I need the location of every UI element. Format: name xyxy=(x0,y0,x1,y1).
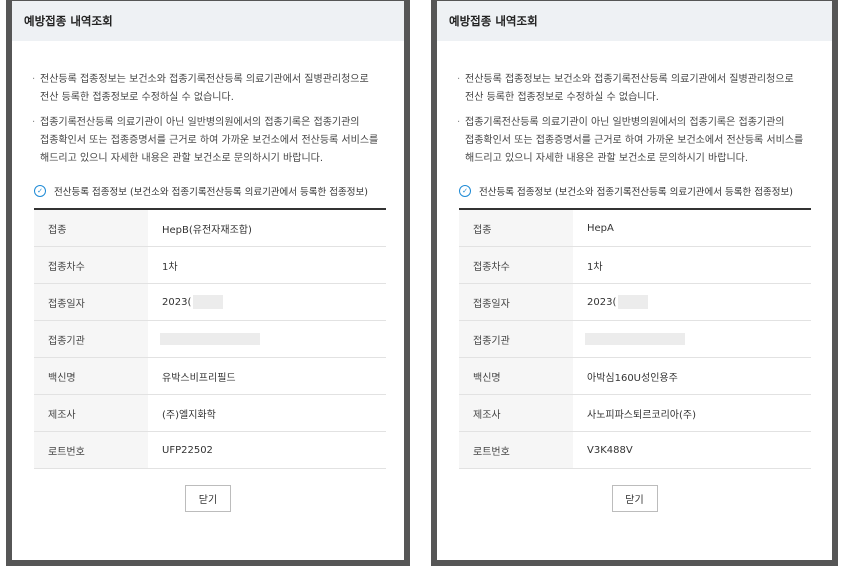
row-value xyxy=(573,321,811,357)
row-value: (주)엘지화학 xyxy=(162,409,216,421)
row-label: 접종 xyxy=(459,210,573,246)
row-value xyxy=(148,321,386,357)
row-label: 로트번호 xyxy=(459,432,573,468)
vaccination-modal-hepb: 예방접종 내역조회 전산등록 접종정보는 보건소와 접종기록전산등록 의료기관에… xyxy=(6,0,410,566)
row-label: 접종차수 xyxy=(459,247,573,283)
notice-item: 전산등록 접종정보는 보건소와 접종기록전산등록 의료기관에서 질병관리청으로 … xyxy=(457,71,814,107)
vaccination-modal-hepa: 예방접종 내역조회 전산등록 접종정보는 보건소와 접종기록전산등록 의료기관에… xyxy=(431,0,838,566)
row-label: 로트번호 xyxy=(34,432,148,468)
table-row: 접종 HepB(유전자재조합) xyxy=(34,210,386,247)
close-button[interactable]: 닫기 xyxy=(185,485,231,512)
row-label: 접종일자 xyxy=(34,284,148,320)
notice-item: 접종기록전산등록 의료기관이 아닌 일반병의원에서의 접종기록은 접종기관의 접… xyxy=(457,114,814,168)
table-row: 접종기관 xyxy=(459,321,811,358)
notice-item: 전산등록 접종정보는 보건소와 접종기록전산등록 의료기관에서 질병관리청으로 … xyxy=(32,71,386,107)
row-label: 접종일자 xyxy=(459,284,573,320)
table-row: 접종일자 2023( xyxy=(459,284,811,321)
table-row: 접종기관 xyxy=(34,321,386,358)
row-label: 접종기관 xyxy=(459,321,573,357)
redacted-mask xyxy=(585,333,685,345)
row-label: 제조사 xyxy=(34,395,148,431)
row-label: 제조사 xyxy=(459,395,573,431)
date-value: 2023( xyxy=(587,296,617,308)
row-value: 2023( xyxy=(573,284,811,320)
notice-list: 전산등록 접종정보는 보건소와 접종기록전산등록 의료기관에서 질병관리청으로 … xyxy=(437,71,832,168)
date-value: 2023( xyxy=(162,296,192,308)
section-title: ✓ 전산등록 접종정보 (보건소와 접종기록전산등록 의료기관에서 등록한 접종… xyxy=(459,184,832,198)
row-label: 접종기관 xyxy=(34,321,148,357)
redacted-mask xyxy=(618,295,649,309)
row-label: 백신명 xyxy=(459,358,573,394)
table-row: 로트번호 UFP22502 xyxy=(34,432,386,469)
notice-item: 접종기록전산등록 의료기관이 아닌 일반병의원에서의 접종기록은 접종기관의 접… xyxy=(32,114,386,168)
row-value: UFP22502 xyxy=(162,444,213,456)
row-value: HepB(유전자재조합) xyxy=(162,224,252,236)
section-title-text: 전산등록 접종정보 (보건소와 접종기록전산등록 의료기관에서 등록한 접종정보… xyxy=(479,187,793,198)
table-row: 제조사 사노피파스퇴르코리아(주) xyxy=(459,395,811,432)
row-label: 접종차수 xyxy=(34,247,148,283)
close-button[interactable]: 닫기 xyxy=(611,485,658,512)
row-value: HepA xyxy=(587,222,614,234)
row-value: 사노피파스퇴르코리아(주) xyxy=(587,409,697,421)
table-row: 백신명 유박스비프리필드 xyxy=(34,358,386,395)
section-title-text: 전산등록 접종정보 (보건소와 접종기록전산등록 의료기관에서 등록한 접종정보… xyxy=(54,187,368,198)
modal-header: 예방접종 내역조회 xyxy=(437,1,832,41)
row-value: 유박스비프리필드 xyxy=(162,372,236,384)
check-circle-icon: ✓ xyxy=(34,185,46,197)
section-title: ✓ 전산등록 접종정보 (보건소와 접종기록전산등록 의료기관에서 등록한 접종… xyxy=(34,184,404,198)
check-circle-icon: ✓ xyxy=(459,185,471,197)
row-value: 2023( xyxy=(148,284,386,320)
modal-title: 예방접종 내역조회 xyxy=(24,14,113,28)
table-row: 제조사 (주)엘지화학 xyxy=(34,395,386,432)
notice-list: 전산등록 접종정보는 보건소와 접종기록전산등록 의료기관에서 질병관리청으로 … xyxy=(12,71,404,168)
row-label: 접종 xyxy=(34,210,148,246)
table-row: 백신명 아박심160U성인용주 xyxy=(459,358,811,395)
table-row: 접종차수 1차 xyxy=(459,247,811,284)
vaccination-info-table: 접종 HepB(유전자재조합) 접종차수 1차 접종일자 2023( 접종기관 … xyxy=(34,208,386,469)
vaccination-info-table: 접종 HepA 접종차수 1차 접종일자 2023( 접종기관 백신명 아박심1… xyxy=(459,208,811,469)
table-row: 접종 HepA xyxy=(459,210,811,247)
table-row: 접종차수 1차 xyxy=(34,247,386,284)
modal-header: 예방접종 내역조회 xyxy=(12,1,404,41)
row-value: 아박심160U성인용주 xyxy=(587,372,678,384)
redacted-mask xyxy=(160,333,260,345)
row-value: 1차 xyxy=(587,261,603,273)
table-row: 로트번호 V3K488V xyxy=(459,432,811,469)
table-row: 접종일자 2023( xyxy=(34,284,386,321)
row-label: 백신명 xyxy=(34,358,148,394)
row-value: 1차 xyxy=(162,261,178,273)
row-value: V3K488V xyxy=(587,444,633,456)
modal-title: 예방접종 내역조회 xyxy=(449,14,538,28)
redacted-mask xyxy=(193,295,224,309)
